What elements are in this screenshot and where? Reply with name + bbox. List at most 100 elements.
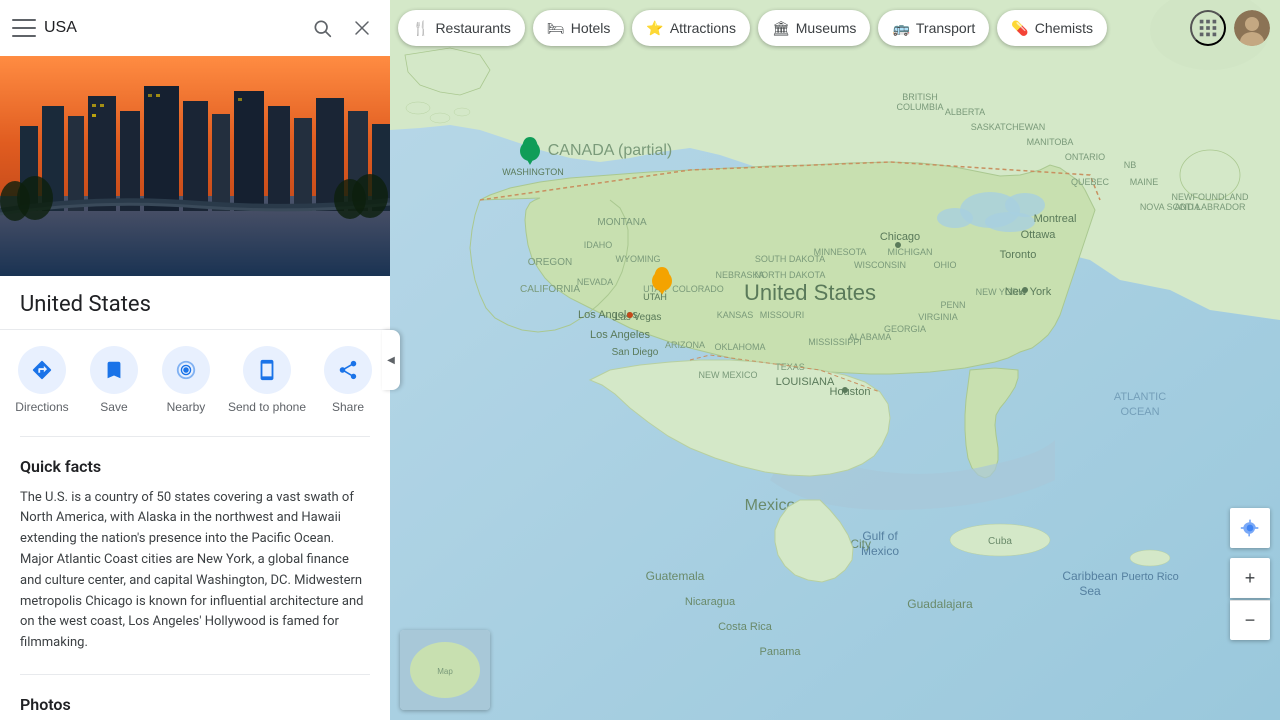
svg-text:Toronto: Toronto <box>1000 249 1037 261</box>
my-location-button[interactable] <box>1230 508 1270 548</box>
zoom-out-button[interactable]: − <box>1230 600 1270 640</box>
svg-text:Costa Rica: Costa Rica <box>718 621 773 633</box>
hotels-label: Hotels <box>571 20 611 36</box>
svg-text:UTAH: UTAH <box>643 292 667 302</box>
zoom-in-button[interactable]: + <box>1230 558 1270 598</box>
svg-text:Houston: Houston <box>830 386 871 398</box>
category-chemists[interactable]: 💊 Chemists <box>997 10 1107 46</box>
restaurants-icon: 🍴 <box>412 20 429 37</box>
transport-label: Transport <box>916 20 975 36</box>
save-button[interactable]: Save <box>84 346 144 416</box>
svg-text:NEVADA: NEVADA <box>577 277 613 287</box>
svg-text:ARIZONA: ARIZONA <box>665 340 705 350</box>
svg-text:TEXAS: TEXAS <box>775 362 805 372</box>
svg-text:Sea: Sea <box>1079 584 1101 598</box>
svg-text:COLORADO: COLORADO <box>672 284 724 294</box>
mini-map[interactable]: Map <box>400 630 490 710</box>
sidebar-content: United States Directions S <box>0 56 390 720</box>
search-button[interactable] <box>306 12 338 44</box>
svg-text:NEWFOUNDLAND: NEWFOUNDLAND <box>1171 192 1249 202</box>
svg-text:Montreal: Montreal <box>1034 213 1077 225</box>
svg-text:PENN: PENN <box>940 300 965 310</box>
quick-facts-text: The U.S. is a country of 50 states cover… <box>20 488 370 654</box>
google-apps-button[interactable] <box>1190 10 1226 46</box>
quick-facts-section: Quick facts The U.S. is a country of 50 … <box>0 441 390 670</box>
svg-text:ONTARIO: ONTARIO <box>1065 152 1105 162</box>
svg-text:WYOMING: WYOMING <box>616 254 661 264</box>
category-hotels[interactable]: 🛏 Hotels <box>533 10 624 46</box>
svg-text:NEW MEXICO: NEW MEXICO <box>698 370 757 380</box>
map-controls: + − <box>1230 508 1270 640</box>
map-container[interactable]: Gulf of Mexico Mexico Mexico City Caribb… <box>390 0 1280 720</box>
nearby-button[interactable]: Nearby <box>156 346 216 416</box>
svg-text:San Diego: San Diego <box>612 347 659 358</box>
send-to-phone-label: Send to phone <box>228 400 306 416</box>
directions-icon <box>18 346 66 394</box>
save-icon <box>90 346 138 394</box>
svg-text:KANSAS: KANSAS <box>717 310 754 320</box>
category-restaurants[interactable]: 🍴 Restaurants <box>398 10 525 46</box>
directions-button[interactable]: Directions <box>12 346 72 416</box>
svg-text:Ottawa: Ottawa <box>1021 229 1057 241</box>
photos-title: Photos <box>20 695 370 714</box>
share-label: Share <box>332 400 364 416</box>
svg-text:OCEAN: OCEAN <box>1120 406 1159 418</box>
svg-text:LOUISIANA: LOUISIANA <box>776 376 835 388</box>
map-svg: Gulf of Mexico Mexico Mexico City Caribb… <box>390 0 1280 720</box>
svg-text:ALBERTA: ALBERTA <box>945 107 985 117</box>
menu-icon[interactable] <box>12 16 36 40</box>
svg-text:United States: United States <box>744 280 876 305</box>
category-attractions[interactable]: ⭐ Attractions <box>632 10 750 46</box>
svg-text:MICHIGAN: MICHIGAN <box>888 247 933 257</box>
svg-text:OREGON: OREGON <box>528 257 572 268</box>
nearby-icon <box>162 346 210 394</box>
svg-text:Caribbean: Caribbean <box>1062 569 1117 583</box>
share-button[interactable]: Share <box>318 346 378 416</box>
category-museums[interactable]: 🏛 Museums <box>758 10 870 46</box>
svg-text:New York: New York <box>1005 286 1052 298</box>
category-transport[interactable]: 🚌 Transport <box>878 10 989 46</box>
photos-section: Photos <box>0 679 390 720</box>
svg-text:MINNESOTA: MINNESOTA <box>814 247 867 257</box>
search-input-wrapper <box>44 19 298 37</box>
nearby-label: Nearby <box>167 400 206 416</box>
close-button[interactable] <box>346 12 378 44</box>
svg-text:BRITISH: BRITISH <box>902 92 938 102</box>
place-name: United States <box>0 276 390 329</box>
svg-text:MANITOBA: MANITOBA <box>1027 137 1074 147</box>
hero-image <box>0 56 390 276</box>
svg-text:COLUMBIA: COLUMBIA <box>896 102 943 112</box>
svg-text:Chicago: Chicago <box>880 231 920 243</box>
svg-text:Nicaragua: Nicaragua <box>685 596 736 608</box>
category-pills: 🍴 Restaurants 🛏 Hotels ⭐ Attractions 🏛 M… <box>390 0 1280 56</box>
save-label: Save <box>100 400 127 416</box>
svg-text:Las Vegas: Las Vegas <box>615 312 662 323</box>
chemists-icon: 💊 <box>1011 20 1028 37</box>
museums-icon: 🏛 <box>772 20 790 37</box>
chemists-label: Chemists <box>1035 20 1093 36</box>
sidebar: United States Directions S <box>0 0 390 720</box>
svg-text:CALIFORNIA: CALIFORNIA <box>520 284 580 295</box>
svg-text:OKLAHOMA: OKLAHOMA <box>714 342 765 352</box>
user-avatar[interactable] <box>1234 10 1270 46</box>
svg-text:Cuba: Cuba <box>988 536 1012 547</box>
svg-text:Panama: Panama <box>760 646 802 658</box>
divider-2 <box>20 436 370 437</box>
svg-text:WISCONSIN: WISCONSIN <box>854 260 906 270</box>
svg-text:Los Angeles: Los Angeles <box>590 329 650 341</box>
quick-facts-title: Quick facts <box>20 457 370 476</box>
svg-text:WASHINGTON: WASHINGTON <box>502 167 564 177</box>
search-input[interactable] <box>44 19 298 37</box>
collapse-sidebar-button[interactable]: ◀ <box>382 330 400 390</box>
svg-text:Map: Map <box>437 667 453 676</box>
svg-text:MONTANA: MONTANA <box>597 217 647 228</box>
svg-text:NORTH DAKOTA: NORTH DAKOTA <box>755 270 826 280</box>
svg-text:GEORGIA: GEORGIA <box>884 324 926 334</box>
museums-label: Museums <box>796 20 857 36</box>
share-icon <box>324 346 372 394</box>
hotels-icon: 🛏 <box>547 20 565 37</box>
svg-text:MAINE: MAINE <box>1130 177 1159 187</box>
svg-text:OHIO: OHIO <box>933 260 956 270</box>
send-to-phone-button[interactable]: Send to phone <box>228 346 306 416</box>
action-buttons: Directions Save <box>0 330 390 432</box>
